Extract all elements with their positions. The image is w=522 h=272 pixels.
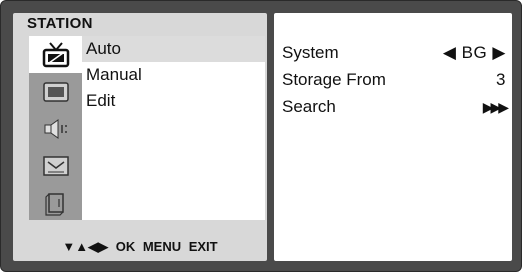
category-time[interactable]: [29, 147, 82, 184]
setting-row-system[interactable]: System ◀ BG ▶: [282, 41, 506, 65]
speaker-icon: [44, 118, 67, 139]
search-arrows: ▶▶▶: [482, 99, 509, 115]
station-submenu-list: Auto Manual Edit: [82, 36, 265, 220]
setting-label: System: [282, 43, 339, 62]
panel-title: STATION: [27, 15, 93, 32]
clock-icon: [42, 155, 69, 176]
menu-item-auto[interactable]: Auto: [82, 36, 265, 62]
settings-panel: System ◀ BG ▶ Storage From 3 Search ▶▶▶: [274, 13, 512, 261]
navigation-hint-bar: ▼▲◀▶ OK MENU EXIT: [62, 239, 218, 254]
menu-item-manual[interactable]: Manual: [82, 62, 265, 88]
category-icon-column: [29, 36, 82, 220]
setting-row-search[interactable]: Search ▶▶▶: [282, 95, 509, 119]
category-special[interactable]: [29, 184, 82, 221]
screen-icon: [42, 81, 69, 102]
card-icon: [44, 192, 64, 216]
antenna-tv-icon: [42, 41, 69, 67]
setting-label: Search: [282, 97, 336, 116]
station-menu-panel: STATION Auto Manual Edit ▼▲◀▶ OK MENU EX…: [13, 13, 267, 261]
category-sound[interactable]: [29, 110, 82, 147]
osd-menu-frame: STATION Auto Manual Edit ▼▲◀▶ OK MENU EX…: [0, 0, 522, 272]
category-station[interactable]: [29, 36, 82, 73]
setting-row-storage-from[interactable]: Storage From 3: [282, 68, 506, 92]
menu-item-edit[interactable]: Edit: [82, 88, 265, 114]
setting-value: ◀ BG ▶: [442, 43, 506, 62]
setting-label: Storage From: [282, 70, 386, 89]
setting-value: 3: [496, 70, 506, 89]
category-picture[interactable]: [29, 73, 82, 110]
